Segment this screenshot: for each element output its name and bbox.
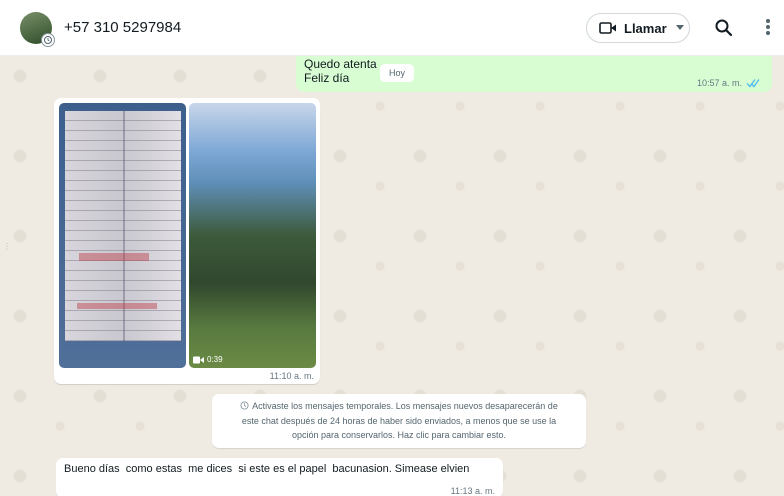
photo-thumbnail[interactable] [59, 103, 186, 368]
search-icon[interactable] [714, 18, 734, 38]
chat-header: +57 310 5297984 Llamar [0, 0, 784, 56]
resize-handle[interactable]: ⋮ [3, 242, 11, 260]
outgoing-message-text: Quedo atenta Feliz día [304, 57, 377, 85]
document-stamp [77, 303, 157, 309]
temporary-messages-icon [41, 33, 55, 47]
document-stamp [79, 253, 149, 261]
chevron-down-icon [675, 25, 684, 30]
message-time: 10:57 a. m. [696, 78, 742, 88]
notice-line-3: opción para conservarlos. Haz clic para … [291, 430, 507, 440]
video-icon [599, 22, 616, 34]
video-thumbnail[interactable]: 0:39 [189, 103, 316, 368]
video-duration: 0:39 [193, 355, 223, 364]
call-button-label: Llamar [624, 20, 667, 36]
media-message[interactable]: 0:39 11:10 a. m. [54, 98, 320, 384]
read-ticks-icon [746, 79, 760, 88]
video-camera-icon [193, 356, 204, 363]
notice-line-2: este chat después de 24 horas de haber s… [241, 415, 557, 426]
date-chip: Hoy [380, 64, 414, 82]
menu-dots-icon[interactable] [760, 16, 776, 38]
call-button[interactable]: Llamar [586, 13, 690, 43]
message-time: 11:10 a. m. [269, 371, 314, 381]
temporary-messages-notice[interactable]: Activaste los mensajes temporales. Los m… [212, 394, 586, 448]
outgoing-message[interactable]: Quedo atenta Feliz día Hoy 10:57 a. m. [296, 56, 772, 92]
contact-name[interactable]: +57 310 5297984 [64, 19, 181, 36]
message-time: 11:13 a. m. [450, 486, 495, 496]
incoming-message-text: Bueno días como estas me dices si este e… [64, 463, 470, 475]
notice-line-1: Activaste los mensajes temporales. Los m… [222, 399, 576, 414]
timer-icon [240, 401, 249, 410]
video-duration-text: 0:39 [207, 355, 223, 364]
incoming-message[interactable]: Bueno días como estas me dices si este e… [56, 458, 503, 496]
notice-text-1: Activaste los mensajes temporales. Los m… [252, 401, 558, 411]
chat-area[interactable]: ⋮ Quedo atenta Feliz día Hoy 10:57 a. m.… [0, 56, 784, 496]
